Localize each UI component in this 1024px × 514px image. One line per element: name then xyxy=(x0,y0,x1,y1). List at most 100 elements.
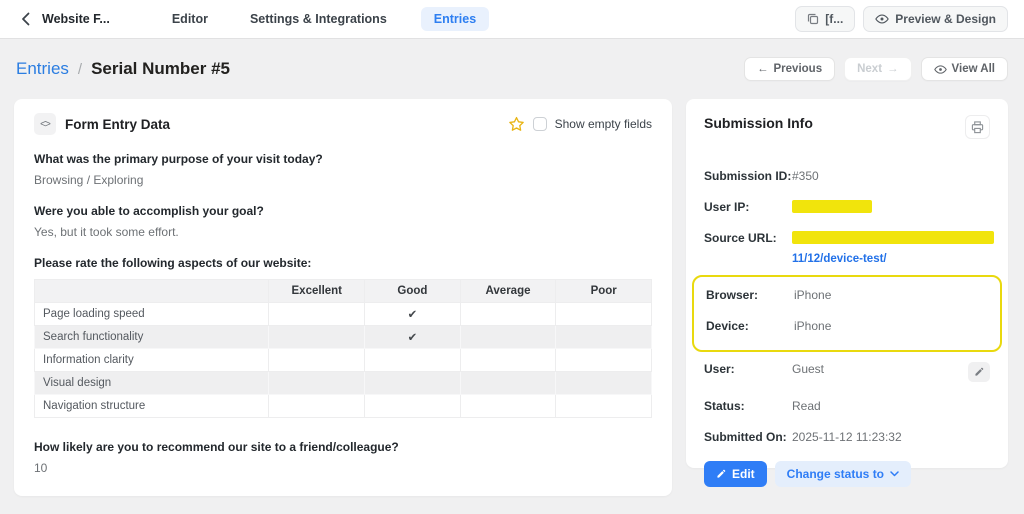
shortcode-copy-button[interactable]: [f... xyxy=(795,6,856,32)
entry-nav-actions: ← Previous Next → View All xyxy=(744,57,1008,81)
field-submission-id: Submission ID: #350 xyxy=(704,169,990,183)
matrix-cell: ✔ xyxy=(364,302,461,326)
browser-device-annotation-box: Browser: iPhone Device: iPhone xyxy=(692,275,1002,352)
field-device: Device: iPhone xyxy=(706,319,988,333)
show-empty-fields-checkbox[interactable] xyxy=(532,117,547,131)
matrix-cell xyxy=(364,371,461,395)
matrix-cell xyxy=(459,371,557,395)
matrix-cell xyxy=(555,371,652,395)
edit-user-button[interactable] xyxy=(968,362,990,382)
matrix-cell xyxy=(364,348,461,372)
field-value: 2025-11-12 11:23:32 xyxy=(792,430,902,444)
matrix-label: Please rate the following aspects of our… xyxy=(34,256,312,270)
matrix-corner-cell xyxy=(33,279,270,303)
question-label: How likely are you to recommend our site… xyxy=(34,440,399,454)
submission-fields: Submission ID: #350 User IP: Source URL:… xyxy=(692,169,1002,444)
view-all-button[interactable]: View All xyxy=(920,57,1008,81)
field-value: iPhone xyxy=(794,288,832,302)
view-all-label: View All xyxy=(951,63,995,75)
change-status-button[interactable]: Change status to xyxy=(774,461,912,487)
back-button[interactable] xyxy=(16,10,34,28)
code-icon: <> xyxy=(34,113,56,135)
matrix-cell xyxy=(268,394,366,418)
question-answer: Browsing / Exploring xyxy=(34,173,144,187)
next-label: Next xyxy=(857,63,883,75)
next-entry-button[interactable]: Next → xyxy=(844,57,912,81)
matrix-row: Navigation structure xyxy=(33,394,652,418)
field-value: iPhone xyxy=(794,319,832,333)
form-title: Website F... xyxy=(42,12,110,26)
question-block: Were you able to accomplish your goal? Y… xyxy=(34,204,652,239)
preview-design-button[interactable]: Preview & Design xyxy=(863,6,1008,32)
field-source-url: Source URL: 11/12/device-test/ xyxy=(704,231,994,265)
previous-entry-button[interactable]: ← Previous xyxy=(744,57,836,81)
matrix-cell xyxy=(364,394,461,418)
tab-settings-integrations[interactable]: Settings & Integrations xyxy=(242,7,395,31)
preview-design-label: Preview & Design xyxy=(895,12,996,26)
field-user: User: Guest xyxy=(704,362,990,382)
matrix-column-header: Average xyxy=(459,279,557,303)
source-url-value: 11/12/device-test/ xyxy=(792,231,994,265)
matrix-header-row: Excellent Good Average Poor xyxy=(33,279,652,303)
form-entry-data-card: <> Form Entry Data Show empty fields Wha… xyxy=(14,99,672,496)
matrix-row: Search functionality ✔ xyxy=(33,325,652,349)
matrix-row: Information clarity xyxy=(33,348,652,372)
source-url-link[interactable]: 11/12/device-test/ xyxy=(792,253,887,265)
rating-matrix-table: Excellent Good Average Poor Page loading… xyxy=(33,279,652,418)
breadcrumb-row: Entries / Serial Number #5 ← Previous Ne… xyxy=(0,54,1024,84)
field-label: Device: xyxy=(706,319,749,333)
pencil-icon xyxy=(717,469,726,478)
field-status: Status: Read xyxy=(704,399,990,413)
question-answer: 10 xyxy=(34,461,48,475)
matrix-column-header: Excellent xyxy=(268,279,366,303)
breadcrumb-entries-link[interactable]: Entries xyxy=(16,59,69,79)
matrix-row: Page loading speed ✔ xyxy=(33,302,652,326)
pencil-icon xyxy=(975,367,984,376)
matrix-cell xyxy=(555,348,652,372)
previous-label: Previous xyxy=(773,63,823,75)
field-label: Status: xyxy=(704,399,745,413)
topbar-actions: [f... Preview & Design xyxy=(795,6,1008,32)
field-label: User: xyxy=(704,362,735,376)
user-ip-redaction-highlight xyxy=(792,200,872,213)
breadcrumb-separator: / xyxy=(77,60,83,78)
matrix-cell xyxy=(459,302,557,326)
entry-header-controls: Show empty fields xyxy=(508,116,652,132)
matrix-column-header: Poor xyxy=(555,279,652,303)
matrix-cell xyxy=(459,394,557,418)
submission-card-title: Submission Info xyxy=(704,115,813,131)
question-label: What was the primary purpose of your vis… xyxy=(34,152,323,166)
star-icon[interactable] xyxy=(508,116,525,132)
matrix-cell: ✔ xyxy=(364,325,461,349)
tab-editor[interactable]: Editor xyxy=(164,7,216,31)
eye-icon xyxy=(933,64,947,74)
chevron-left-icon xyxy=(21,12,29,26)
field-browser: Browser: iPhone xyxy=(706,288,988,302)
submission-info-card: Submission Info Submission ID: #350 User… xyxy=(686,99,1008,487)
question-block: What was the primary purpose of your vis… xyxy=(34,152,652,187)
tab-entries[interactable]: Entries xyxy=(420,7,490,31)
edit-entry-button[interactable]: Edit xyxy=(704,461,767,487)
entry-card-header: <> Form Entry Data Show empty fields xyxy=(34,113,652,135)
printer-icon xyxy=(971,120,984,133)
matrix-row: Visual design xyxy=(33,371,652,395)
copy-icon xyxy=(808,13,819,25)
arrow-right-icon: → xyxy=(887,63,899,75)
show-empty-fields-label: Show empty fields xyxy=(554,117,652,131)
matrix-row-label: Information clarity xyxy=(33,348,270,372)
submission-actions: Edit Change status to xyxy=(704,461,990,487)
arrow-left-icon: ← xyxy=(757,63,769,75)
field-label: Submission ID: xyxy=(704,169,792,183)
chevron-down-icon xyxy=(890,471,899,477)
matrix-cell xyxy=(268,325,366,349)
print-button[interactable] xyxy=(965,115,990,139)
edit-entry-label: Edit xyxy=(732,467,755,481)
matrix-row-label: Navigation structure xyxy=(33,394,270,418)
matrix-cell xyxy=(459,325,557,349)
matrix-cell xyxy=(268,302,366,326)
matrix-cell xyxy=(555,302,652,326)
change-status-label: Change status to xyxy=(786,467,885,481)
page-title: Serial Number #5 xyxy=(91,59,230,78)
matrix-column-header: Good xyxy=(364,279,461,303)
submission-card-header: Submission Info xyxy=(704,115,990,139)
